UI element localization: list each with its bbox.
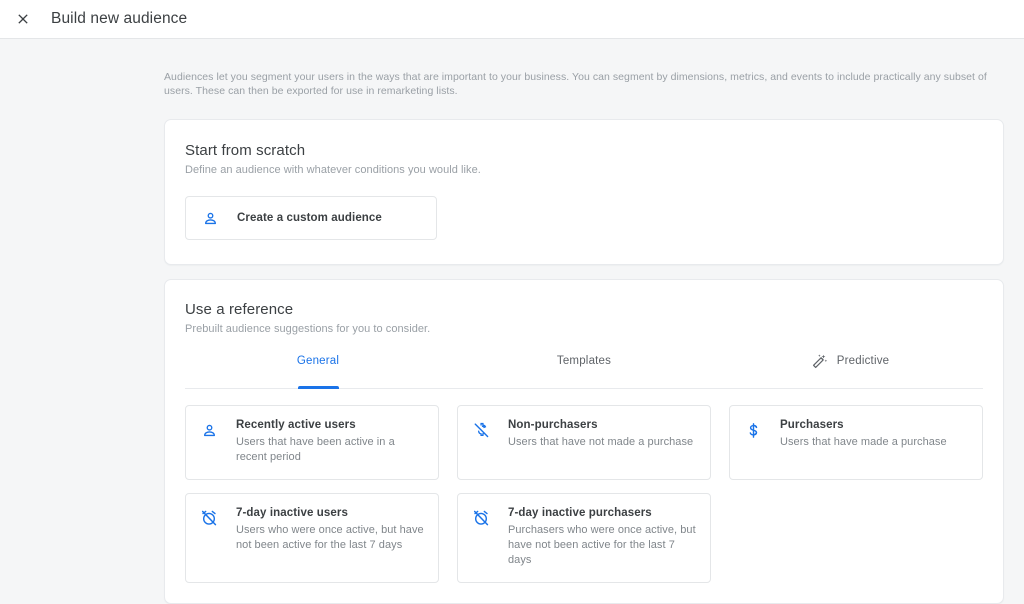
tab-templates[interactable]: Templates [451, 354, 717, 388]
reference-card-body: Recently active users Users that have be… [236, 419, 424, 465]
tab-active-indicator [297, 386, 339, 389]
person-icon [199, 420, 219, 440]
reference-card-title: Recently active users [236, 419, 356, 431]
close-icon[interactable] [9, 5, 37, 33]
reference-card-description: Users who were once active, but have not… [236, 524, 424, 551]
page-title: Build new audience [51, 10, 188, 27]
reference-card-description: Users that have been active in a recent … [236, 436, 395, 463]
reference-card-body: 7-day inactive purchasers Purchasers who… [508, 507, 696, 568]
reference-card-7-day-inactive-purchasers[interactable]: 7-day inactive purchasers Purchasers who… [457, 493, 711, 583]
reference-card-purchasers[interactable]: Purchasers Users that have made a purcha… [729, 405, 983, 480]
create-custom-audience-label: Create a custom audience [237, 212, 382, 224]
tab-predictive-label: Predictive [836, 355, 890, 367]
start-from-scratch-title: Start from scratch [185, 142, 306, 159]
reference-card-recently-active-users[interactable]: Recently active users Users that have be… [185, 405, 439, 480]
alarm-off-icon [471, 508, 491, 528]
reference-card-body: Purchasers Users that have made a purcha… [780, 419, 947, 450]
dollar-icon [743, 420, 763, 440]
tab-general[interactable]: General [185, 354, 451, 389]
create-custom-audience-button[interactable]: Create a custom audience [185, 196, 437, 240]
reference-card-non-purchasers[interactable]: Non-purchasers Users that have not made … [457, 405, 711, 480]
reference-card-body: Non-purchasers Users that have not made … [508, 419, 693, 450]
reference-cards-grid: Recently active users Users that have be… [185, 405, 983, 583]
reference-card-title: Non-purchasers [508, 419, 598, 431]
use-a-reference-title: Use a reference [185, 301, 294, 318]
tab-predictive[interactable]: Predictive [717, 354, 983, 388]
reference-card-description: Purchasers who were once active, but hav… [508, 524, 696, 566]
start-from-scratch-subtitle: Define an audience with whatever conditi… [185, 164, 481, 176]
tab-general-label: General [296, 355, 340, 367]
money-off-icon [471, 420, 491, 440]
alarm-off-icon [199, 508, 219, 528]
reference-card-title: Purchasers [780, 419, 844, 431]
intro-description: Audiences let you segment your users in … [164, 71, 987, 97]
use-a-reference-subtitle: Prebuilt audience suggestions for you to… [185, 323, 431, 335]
reference-card-title: 7-day inactive purchasers [508, 507, 652, 519]
reference-card-7-day-inactive-users[interactable]: 7-day inactive users Users who were once… [185, 493, 439, 583]
magic-wand-icon [811, 353, 828, 370]
tab-templates-label: Templates [556, 355, 612, 367]
reference-card-title: 7-day inactive users [236, 507, 348, 519]
use-a-reference-card: Use a reference Prebuilt audience sugges… [164, 279, 1004, 604]
reference-card-description: Users that have not made a purchase [508, 436, 694, 448]
page-content: Audiences let you segment your users in … [0, 39, 1024, 604]
person-icon [200, 209, 220, 229]
start-from-scratch-card: Start from scratch Define an audience wi… [164, 119, 1004, 265]
reference-card-description: Users that have made a purchase [780, 436, 947, 448]
top-app-bar: Build new audience [0, 0, 1024, 39]
reference-tabs: General Templates Predictive [185, 354, 983, 389]
reference-card-body: 7-day inactive users Users who were once… [236, 507, 424, 553]
